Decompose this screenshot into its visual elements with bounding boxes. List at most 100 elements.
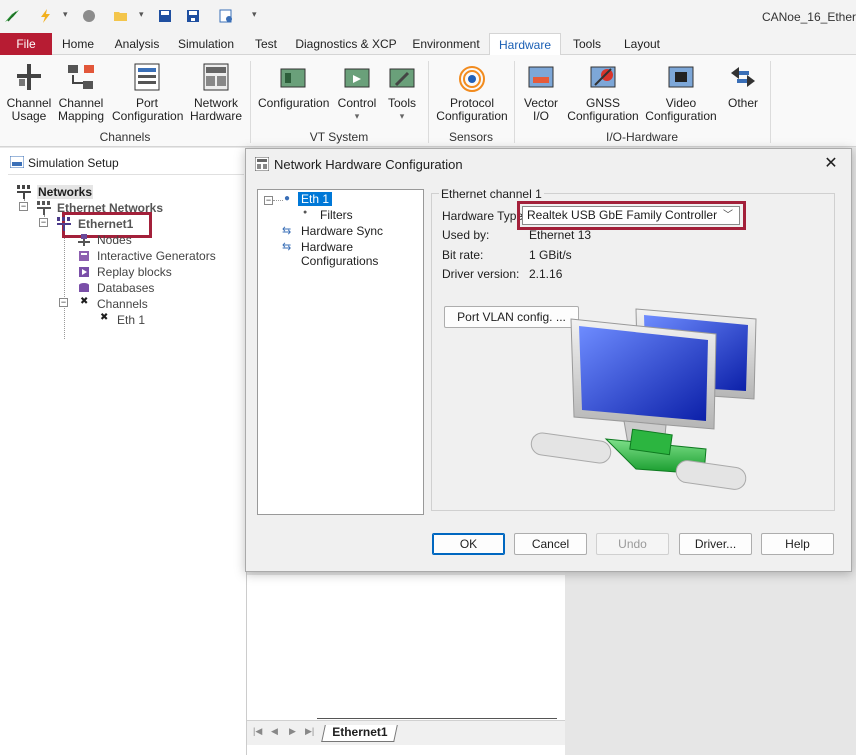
stop-icon[interactable] bbox=[81, 8, 97, 24]
io-hardware-group-label: I/O-Hardware bbox=[605, 130, 679, 144]
tab-layout[interactable]: Layout bbox=[614, 33, 670, 55]
channel-mapping-button[interactable]: Channel Mapping bbox=[56, 61, 106, 123]
open-dropdown-icon[interactable]: ▾ bbox=[139, 9, 144, 20]
dialog-tree-eth1[interactable]: Eth 1 bbox=[298, 192, 333, 206]
tree-nodes[interactable]: Nodes bbox=[97, 233, 132, 247]
sheet-tab-bar: |◀ ◀ ▶ ▶| Ethernet1 bbox=[247, 718, 565, 745]
vector-io-button[interactable]: Vector I/O bbox=[520, 61, 562, 123]
first-sheet-icon[interactable]: |◀ bbox=[253, 726, 262, 737]
lightning-dropdown-icon[interactable]: ▾ bbox=[63, 9, 68, 20]
dialog-hardware-icon bbox=[255, 157, 269, 171]
network-computers-illustration bbox=[530, 308, 757, 490]
tree-interactive-generators[interactable]: Interactive Generators bbox=[97, 249, 216, 263]
other-button[interactable]: Other bbox=[724, 61, 762, 110]
ribbon-hardware: Channel Usage Channel Mapping Port Confi… bbox=[0, 55, 856, 147]
channels-icon: ✖ bbox=[80, 296, 89, 307]
collapse-icon[interactable]: − bbox=[39, 218, 48, 227]
vt-control-dropdown-icon: ▾ bbox=[354, 111, 360, 121]
gnss-label-2: Configuration bbox=[567, 109, 639, 123]
tree-databases[interactable]: Databases bbox=[97, 281, 154, 295]
bit-rate-value: 1 GBit/s bbox=[529, 248, 572, 262]
tab-environment[interactable]: Environment bbox=[405, 33, 487, 55]
channel-usage-icon bbox=[13, 61, 45, 93]
chevron-down-icon: ﹀ bbox=[723, 210, 733, 221]
vt-tools-dropdown-icon: ▾ bbox=[399, 111, 405, 121]
used-by-value: Ethernet 13 bbox=[529, 228, 592, 242]
collapse-icon[interactable]: − bbox=[19, 202, 28, 211]
tab-home[interactable]: Home bbox=[55, 33, 101, 55]
dialog-tree-hardware-sync[interactable]: Hardware Sync bbox=[301, 224, 383, 238]
cancel-button[interactable]: Cancel bbox=[514, 533, 587, 555]
network-hardware-label-2: Hardware bbox=[189, 109, 243, 123]
vt-system-group-label: VT System bbox=[309, 130, 369, 144]
tree-replay-blocks[interactable]: Replay blocks bbox=[97, 265, 172, 279]
channel-icon: ✖ bbox=[100, 312, 109, 323]
simulation-setup-panel: Simulation Setup Networks − Ethernet Net… bbox=[0, 148, 247, 755]
prev-sheet-icon[interactable]: ◀ bbox=[271, 726, 278, 737]
sync-icon: ⇆ bbox=[282, 225, 292, 237]
channel-usage-button[interactable]: Channel Usage bbox=[3, 61, 55, 123]
tree-ethernet1[interactable]: Ethernet1 bbox=[78, 217, 133, 231]
tab-diagnostics-xcp[interactable]: Diagnostics & XCP bbox=[294, 33, 398, 55]
vt-control-label: Control bbox=[337, 96, 377, 110]
vt-configuration-label: Configuration bbox=[258, 96, 330, 110]
tab-analysis[interactable]: Analysis bbox=[108, 33, 166, 55]
save-as-icon[interactable] bbox=[185, 8, 201, 24]
port-configuration-button[interactable]: Port Configuration bbox=[112, 61, 183, 123]
databases-icon bbox=[79, 283, 89, 292]
gnss-icon bbox=[587, 61, 619, 93]
dialog-tree-filters[interactable]: Filters bbox=[320, 208, 353, 222]
driver-version-value: 2.1.16 bbox=[529, 267, 563, 281]
configuration-icon[interactable] bbox=[218, 8, 234, 24]
simulation-setup-title: Simulation Setup bbox=[28, 156, 119, 170]
gnss-configuration-button[interactable]: GNSS Configuration bbox=[566, 61, 640, 123]
other-arrows-icon bbox=[727, 61, 759, 93]
hardware-type-select[interactable]: Realtek USB GbE Family Controller ﹀ bbox=[522, 206, 740, 225]
close-icon[interactable]: ✕ bbox=[821, 154, 841, 174]
ribbon-separator bbox=[770, 61, 771, 143]
canoe-logo-icon bbox=[5, 10, 19, 22]
interactive-generators-icon bbox=[79, 251, 89, 261]
tab-simulation[interactable]: Simulation bbox=[173, 33, 239, 55]
channel-mapping-icon bbox=[65, 61, 97, 93]
dialog-tree-hardware-configurations[interactable]: Hardware Configurations bbox=[301, 240, 423, 268]
protocol-configuration-button[interactable]: Protocol Configuration bbox=[436, 61, 508, 123]
tab-tools[interactable]: Tools bbox=[566, 33, 608, 55]
sensor-waves-icon bbox=[456, 61, 488, 93]
video-icon bbox=[665, 61, 697, 93]
ok-button[interactable]: OK bbox=[432, 533, 505, 555]
save-icon[interactable] bbox=[157, 8, 173, 24]
network-hardware-dialog: Network Hardware Configuration ✕ − ● Eth… bbox=[245, 148, 852, 572]
tab-test[interactable]: Test bbox=[245, 33, 287, 55]
vt-control-button[interactable]: Control ▾ bbox=[334, 61, 380, 123]
collapse-icon[interactable]: − bbox=[59, 298, 68, 307]
networks-icon bbox=[17, 185, 31, 199]
ribbon-tabs: File Home Analysis Simulation Test Diagn… bbox=[0, 33, 856, 56]
sheet-tab-ethernet1[interactable]: Ethernet1 bbox=[321, 725, 399, 742]
hardware-type-value: Realtek USB GbE Family Controller bbox=[527, 208, 718, 222]
lightning-icon[interactable] bbox=[38, 8, 54, 24]
undo-button[interactable]: Undo bbox=[596, 533, 669, 555]
quick-access-toolbar: ▾ ▾ ▾ CANoe_16_Ether bbox=[0, 0, 856, 33]
tab-hardware[interactable]: Hardware bbox=[489, 33, 561, 56]
video-configuration-button[interactable]: Video Configuration bbox=[644, 61, 718, 123]
driver-button[interactable]: Driver... bbox=[679, 533, 752, 555]
replay-blocks-icon bbox=[79, 267, 89, 277]
last-sheet-icon[interactable]: ▶| bbox=[305, 726, 314, 737]
tree-ethernet-networks[interactable]: Ethernet Networks bbox=[57, 201, 163, 215]
network-hardware-button[interactable]: Network Hardware bbox=[188, 61, 244, 123]
tree-networks[interactable]: Networks bbox=[37, 185, 94, 199]
customize-toolbar-icon[interactable]: ▾ bbox=[252, 9, 257, 20]
tab-file[interactable]: File bbox=[0, 33, 52, 55]
tree-eth1[interactable]: Eth 1 bbox=[117, 313, 145, 327]
help-button[interactable]: Help bbox=[761, 533, 834, 555]
eth-bullet-icon: ● bbox=[284, 193, 291, 204]
vt-configuration-icon bbox=[277, 61, 309, 93]
next-sheet-icon[interactable]: ▶ bbox=[289, 726, 296, 737]
tree-channels[interactable]: Channels bbox=[97, 297, 148, 311]
open-folder-icon[interactable] bbox=[113, 8, 129, 24]
vt-tools-button[interactable]: Tools ▾ bbox=[382, 61, 422, 123]
vt-configuration-button[interactable]: Configuration bbox=[258, 61, 330, 110]
collapse-icon[interactable]: − bbox=[264, 196, 273, 205]
network-hardware-icon bbox=[200, 61, 232, 93]
